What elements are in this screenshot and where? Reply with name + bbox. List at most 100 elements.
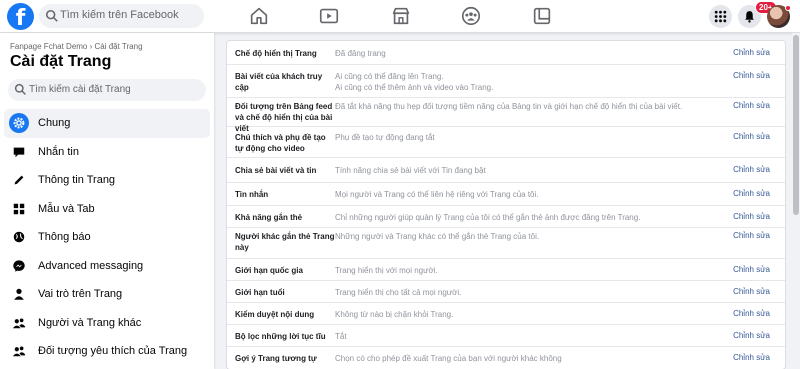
- edit-link[interactable]: Chỉnh sửa: [733, 165, 770, 174]
- menu-grid-icon: [714, 10, 727, 23]
- settings-search-input[interactable]: Tìm kiếm cài đặt Trang: [8, 79, 206, 101]
- edit-link[interactable]: Chỉnh sửa: [733, 212, 770, 221]
- globe-icon: [9, 227, 29, 247]
- settings-search-placeholder: Tìm kiếm cài đặt Trang: [29, 84, 131, 95]
- sidebar-item-label: Advanced messaging: [38, 259, 144, 272]
- people-icon: [9, 313, 29, 333]
- edit-link[interactable]: Chỉnh sửa: [733, 331, 770, 340]
- settings-row[interactable]: Đối tượng trên Bảng feed và chế độ hiển …: [227, 98, 785, 133]
- setting-label: Giới hạn tuổi: [235, 288, 285, 297]
- setting-label: Chế độ hiển thị Trang: [235, 49, 317, 58]
- setting-value: Trang hiển thị cho tất cả mọi người.: [335, 288, 462, 297]
- setting-label: Khả năng gắn thẻ: [235, 213, 303, 222]
- setting-label: Chú thích và phụ đề tạo tự động cho vide…: [235, 133, 326, 153]
- setting-value: Đã đăng trang: [335, 49, 386, 58]
- pencil-icon: [9, 170, 29, 190]
- settings-row[interactable]: Bộ lọc những lời tục tĩu Tắt Chỉnh sửa: [227, 325, 785, 347]
- edit-link[interactable]: Chỉnh sửa: [733, 231, 770, 240]
- messenger-icon: [9, 256, 29, 276]
- setting-value: Mọi người và Trang có thể liên hệ riêng …: [335, 190, 539, 199]
- edit-link[interactable]: Chỉnh sửa: [733, 71, 770, 80]
- settings-row[interactable]: Tin nhắn Mọi người và Trang có thể liên …: [227, 183, 785, 206]
- setting-label: Gợi ý Trang tương tự: [235, 354, 317, 363]
- facebook-logo[interactable]: f: [7, 3, 34, 30]
- sidebar-item-advanced-messaging[interactable]: Advanced messaging: [4, 252, 210, 281]
- edit-link[interactable]: Chỉnh sửa: [733, 101, 770, 110]
- sidebar-item-page-info[interactable]: Thông tin Trang: [4, 166, 210, 195]
- sidebar-item-preferred-audience[interactable]: Đối tượng yêu thích của Trang: [4, 337, 210, 366]
- sidebar-item-label: Thông tin Trang: [38, 174, 116, 186]
- edit-link[interactable]: Chỉnh sửa: [733, 287, 770, 296]
- sidebar-item-page-roles[interactable]: Vai trò trên Trang: [4, 280, 210, 309]
- general-settings-panel: Chế độ hiển thị Trang Đã đăng trang Chỉn…: [226, 40, 786, 369]
- setting-value: Ai cũng có thể đăng lên Trang. Ai cũng c…: [335, 72, 494, 92]
- edit-link[interactable]: Chỉnh sửa: [733, 265, 770, 274]
- sidebar-item-label: Mẫu và Tab: [38, 202, 95, 215]
- setting-label: Kiểm duyệt nội dung: [235, 310, 315, 319]
- setting-value: Tính năng chia sẻ bài viết với Tin đang …: [335, 166, 486, 175]
- settings-sidebar: Fanpage Fchat Demo › Cài đặt Trang Cài đ…: [0, 33, 214, 369]
- setting-value: Chỉ những người giúp quản lý Trang của t…: [335, 213, 641, 222]
- settings-row[interactable]: Chia sẻ bài viết và tin Tính năng chia s…: [227, 158, 785, 183]
- settings-row[interactable]: Bài viết của khách truy cập Ai cũng có t…: [227, 65, 785, 98]
- sidebar-item-templates-tabs[interactable]: Mẫu và Tab: [4, 195, 210, 224]
- setting-label: Giới hạn quốc gia: [235, 266, 303, 275]
- settings-row[interactable]: Giới hạn tuổi Trang hiển thị cho tất cả …: [227, 281, 785, 303]
- setting-value: Trang hiển thị với mọi người.: [335, 266, 438, 275]
- setting-label: Bộ lọc những lời tục tĩu: [235, 332, 326, 341]
- notifications-icon: [745, 11, 754, 23]
- setting-value: Chọn có cho phép đề xuất Trang của bạn v…: [335, 354, 562, 363]
- account-alert-dot: [785, 5, 791, 11]
- sidebar-item-label: Nhắn tin: [38, 145, 79, 158]
- sidebar-item-notifications[interactable]: Thông báo: [4, 223, 210, 252]
- menu-grid-button[interactable]: [709, 5, 732, 28]
- page-title: Cài đặt Trang: [10, 53, 112, 70]
- edit-link[interactable]: Chỉnh sửa: [733, 353, 770, 362]
- edit-link[interactable]: Chỉnh sửa: [733, 309, 770, 318]
- sidebar-item-label: Thông báo: [38, 231, 91, 243]
- home-icon[interactable]: [248, 5, 270, 27]
- top-navigation-bar: f Tìm kiếm trên Facebook 20+: [0, 0, 800, 33]
- person-icon: [9, 284, 29, 304]
- settings-row[interactable]: Chế độ hiển thị Trang Đã đăng trang Chỉn…: [227, 41, 785, 65]
- settings-row[interactable]: Gợi ý Trang tương tự Chọn có cho phép đề…: [227, 347, 785, 369]
- watch-icon[interactable]: [318, 5, 340, 27]
- settings-row[interactable]: Giới hạn quốc gia Trang hiển thị với mọi…: [227, 259, 785, 281]
- chat-icon: [9, 142, 29, 162]
- search-icon: [14, 83, 26, 95]
- setting-value: Những người và Trang khác có thể gắn thẻ…: [335, 232, 540, 241]
- sidebar-item-label: Người và Trang khác: [38, 316, 142, 329]
- settings-row[interactable]: Kiểm duyệt nội dung Không từ nào bị chặn…: [227, 303, 785, 325]
- settings-row[interactable]: Người khác gắn thẻ Trang này Những người…: [227, 228, 785, 259]
- marketplace-icon[interactable]: [390, 5, 412, 27]
- edit-link[interactable]: Chỉnh sửa: [733, 48, 770, 57]
- breadcrumb[interactable]: Fanpage Fchat Demo › Cài đặt Trang: [10, 42, 143, 51]
- settings-row[interactable]: Khả năng gắn thẻ Chỉ những người giúp qu…: [227, 206, 785, 228]
- settings-row[interactable]: Chú thích và phụ đề tạo tự động cho vide…: [227, 127, 785, 158]
- gear-icon: [9, 113, 29, 133]
- gaming-icon[interactable]: [531, 5, 553, 27]
- edit-link[interactable]: Chỉnh sửa: [733, 189, 770, 198]
- setting-value: Tắt: [335, 332, 347, 341]
- search-icon: [45, 9, 58, 22]
- sidebar-item-label: Vai trò trên Trang: [38, 288, 123, 300]
- people-icon: [9, 341, 29, 361]
- facebook-search-input[interactable]: Tìm kiếm trên Facebook: [39, 4, 204, 28]
- setting-label: Bài viết của khách truy cập: [235, 72, 323, 92]
- sidebar-item-label: Chung: [38, 117, 71, 129]
- edit-link[interactable]: Chỉnh sửa: [733, 132, 770, 141]
- groups-icon[interactable]: [460, 5, 482, 27]
- grid-icon: [9, 199, 29, 219]
- setting-label: Người khác gắn thẻ Trang này: [235, 232, 335, 252]
- search-placeholder: Tìm kiếm trên Facebook: [60, 9, 179, 21]
- setting-value: Đã tắt khả năng thu hẹp đối tượng tiềm n…: [335, 102, 683, 111]
- sidebar-item-label: Đối tượng yêu thích của Trang: [38, 345, 188, 357]
- sidebar-item-general[interactable]: Chung: [4, 109, 210, 138]
- sidebar-item-people-other-pages[interactable]: Người và Trang khác: [4, 309, 210, 338]
- setting-label: Tin nhắn: [235, 190, 269, 199]
- setting-value: Phụ đề tạo tự động đang tắt: [335, 133, 435, 142]
- settings-menu: Chung Nhắn tin Thông tin Trang Mẫu và Ta…: [4, 109, 210, 366]
- scrollbar-thumb[interactable]: [793, 35, 799, 215]
- sidebar-item-messaging[interactable]: Nhắn tin: [4, 138, 210, 167]
- page-scrollbar[interactable]: [792, 33, 800, 369]
